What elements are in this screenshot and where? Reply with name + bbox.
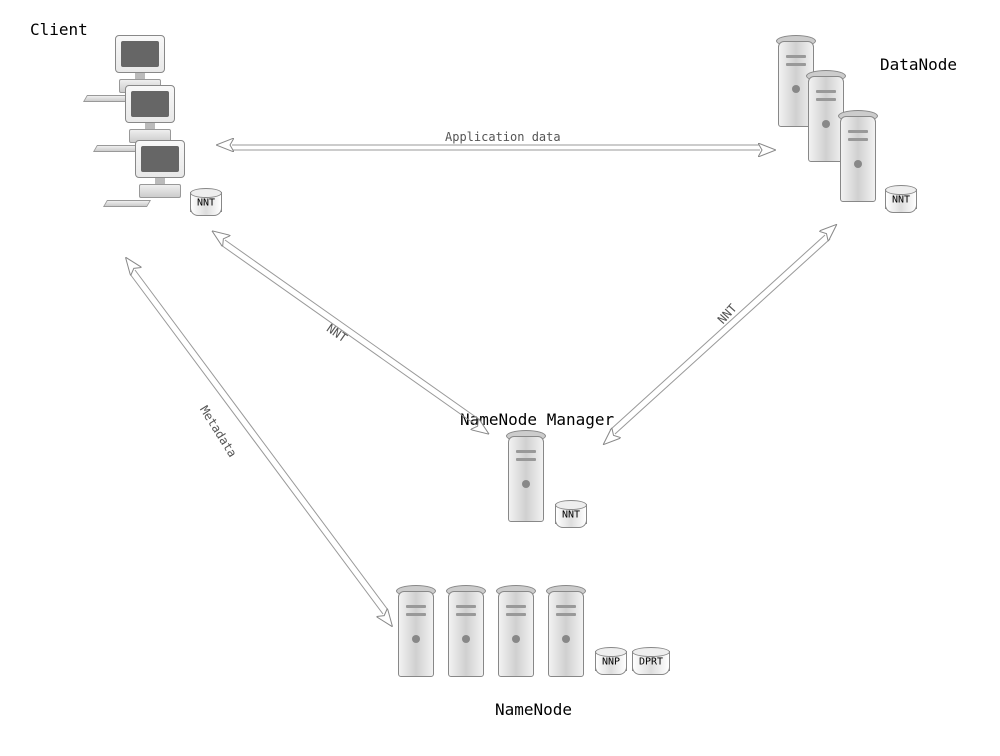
- conn-client-manager-label: NNT: [324, 321, 350, 345]
- conn-datanode-manager-label: NNT: [715, 301, 740, 326]
- namenode-server-2: [440, 585, 492, 680]
- datanode-server-3: [832, 110, 884, 205]
- arrow-datanode-manager: [610, 235, 830, 434]
- arrow-client-namenode: [130, 270, 388, 614]
- namenode-nnp-badge: NNP: [595, 647, 627, 675]
- namenode-server-1: [390, 585, 442, 680]
- manager-nnt-badge: NNT: [555, 500, 587, 528]
- client-label: Client: [30, 20, 88, 39]
- datanode-label: DataNode: [880, 55, 957, 74]
- arrow-client-datanode: [232, 145, 760, 150]
- client-pc-3: [125, 140, 195, 210]
- conn-client-namenode-label: Metadata: [197, 403, 240, 459]
- client-nnt-badge: NNT: [190, 188, 222, 216]
- arrow-client-manager: [221, 240, 480, 425]
- datanode-nnt-badge: NNT: [885, 185, 917, 213]
- manager-server: [500, 430, 552, 525]
- namenode-dprt-badge: DPRT: [632, 647, 670, 675]
- namenode-server-3: [490, 585, 542, 680]
- conn-client-datanode-label: Application data: [445, 130, 561, 144]
- namenode-label: NameNode: [495, 700, 572, 719]
- manager-label: NameNode Manager: [460, 410, 614, 429]
- namenode-server-4: [540, 585, 592, 680]
